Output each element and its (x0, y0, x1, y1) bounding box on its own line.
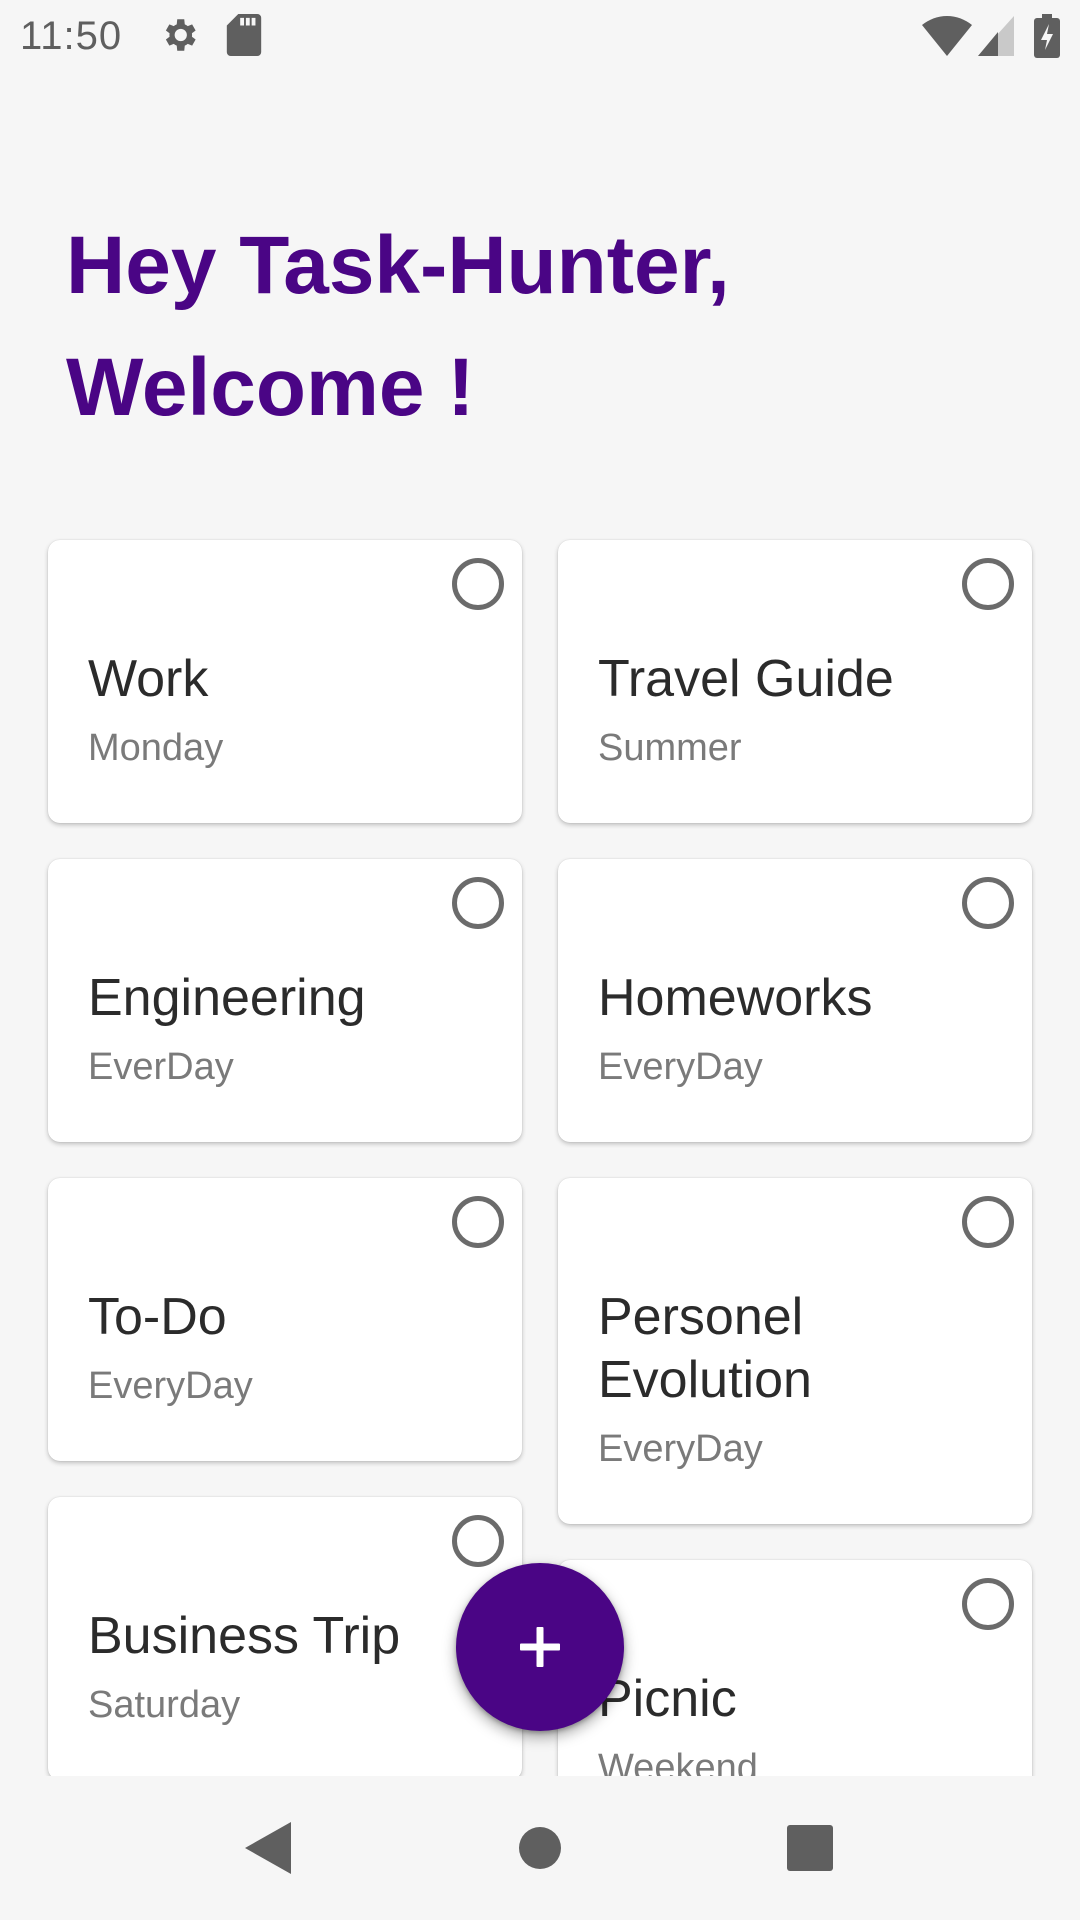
signal-icon (978, 16, 1014, 61)
task-title: To-Do (88, 1288, 227, 1346)
task-schedule: Saturday (88, 1684, 241, 1726)
task-schedule: EveryDay (88, 1365, 253, 1407)
task-checkbox[interactable] (962, 1196, 1014, 1248)
recents-button[interactable] (760, 1798, 860, 1898)
task-schedule: EveryDay (598, 1046, 763, 1088)
task-title: Personel Evolution (598, 1288, 812, 1409)
home-icon (519, 1827, 561, 1869)
sd-card-icon (226, 14, 262, 61)
task-card[interactable]: Picnic Weekend (558, 1560, 1032, 1776)
task-card[interactable]: Personel Evolution EveryDay (558, 1178, 1032, 1524)
task-title: Work (88, 650, 209, 708)
back-button[interactable] (218, 1798, 318, 1898)
task-card[interactable]: To-Do EveryDay (48, 1178, 522, 1461)
welcome-heading-line2: Welcome ! (66, 342, 475, 433)
status-time: 11:50 (20, 14, 123, 58)
task-column-left: Work Monday Engineering EverDay To-Do Ev… (48, 540, 522, 1776)
plus-icon (520, 1627, 560, 1667)
task-schedule: Monday (88, 727, 224, 769)
home-button[interactable] (490, 1798, 590, 1898)
task-checkbox[interactable] (452, 1515, 504, 1567)
task-card[interactable]: Work Monday (48, 540, 522, 823)
task-checkbox[interactable] (452, 558, 504, 610)
task-checkbox[interactable] (962, 1578, 1014, 1630)
add-task-button[interactable] (456, 1563, 624, 1731)
task-title: Picnic (598, 1670, 737, 1728)
welcome-heading: Hey Task-Hunter, Welcome ! (66, 205, 966, 449)
back-icon (245, 1822, 291, 1874)
task-title: Travel Guide (598, 650, 894, 708)
task-card[interactable]: Engineering EverDay (48, 859, 522, 1142)
task-schedule: EverDay (88, 1046, 234, 1088)
task-schedule: Weekend (598, 1747, 758, 1776)
task-column-right: Travel Guide Summer Homeworks EveryDay P… (558, 540, 1032, 1776)
task-card[interactable]: Homeworks EveryDay (558, 859, 1032, 1142)
welcome-heading-line1: Hey Task-Hunter, (66, 220, 730, 311)
task-title: Engineering (88, 969, 366, 1027)
task-title: Business Trip (88, 1607, 401, 1665)
task-checkbox[interactable] (452, 877, 504, 929)
task-title: Homeworks (598, 969, 873, 1027)
task-schedule: EveryDay (598, 1428, 763, 1470)
task-card[interactable]: Travel Guide Summer (558, 540, 1032, 823)
task-checkbox[interactable] (452, 1196, 504, 1248)
task-checkbox[interactable] (962, 877, 1014, 929)
recents-icon (787, 1825, 833, 1871)
navigation-bar (0, 1776, 1080, 1920)
task-card[interactable]: Business Trip Saturday (48, 1497, 522, 1776)
wifi-icon (922, 16, 972, 61)
task-checkbox[interactable] (962, 558, 1014, 610)
battery-charging-icon (1034, 14, 1060, 63)
settings-icon (158, 14, 200, 61)
task-schedule: Summer (598, 727, 742, 769)
status-bar: 11:50 (0, 0, 1080, 74)
